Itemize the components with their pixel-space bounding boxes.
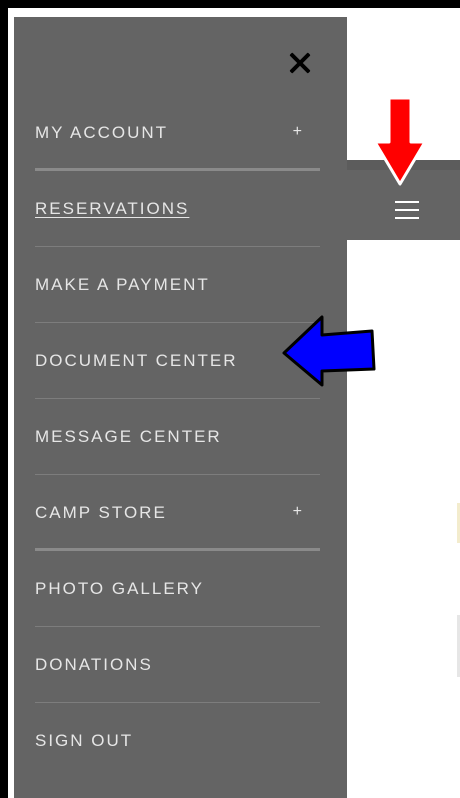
menu-item-label: MY ACCOUNT bbox=[35, 123, 169, 142]
menu-item-label: DOCUMENT CENTER bbox=[35, 351, 238, 370]
menu-item-message-center[interactable]: MESSAGE CENTER bbox=[35, 399, 320, 475]
header-top-strip bbox=[347, 160, 460, 170]
menu-item-label: RESERVATIONS bbox=[35, 199, 190, 218]
drawer-menu: MY ACCOUNT + RESERVATIONS MAKE A PAYMENT… bbox=[35, 95, 320, 778]
close-icon[interactable] bbox=[287, 50, 313, 76]
menu-item-label: MAKE A PAYMENT bbox=[35, 275, 210, 294]
menu-item-my-account[interactable]: MY ACCOUNT + bbox=[35, 95, 320, 171]
menu-item-photo-gallery[interactable]: PHOTO GALLERY bbox=[35, 551, 320, 627]
hamburger-menu-icon[interactable] bbox=[395, 201, 419, 221]
menu-item-label: MESSAGE CENTER bbox=[35, 427, 222, 446]
menu-item-make-a-payment[interactable]: MAKE A PAYMENT bbox=[35, 247, 320, 323]
menu-item-sign-out[interactable]: SIGN OUT bbox=[35, 703, 320, 778]
expand-plus-icon[interactable]: + bbox=[293, 503, 302, 521]
menu-item-label: CAMP STORE bbox=[35, 503, 167, 522]
menu-item-donations[interactable]: DONATIONS bbox=[35, 627, 320, 703]
menu-item-label: PHOTO GALLERY bbox=[35, 579, 204, 598]
menu-item-reservations[interactable]: RESERVATIONS bbox=[35, 171, 320, 247]
menu-item-label: SIGN OUT bbox=[35, 731, 134, 750]
site-header-bar bbox=[347, 160, 460, 240]
menu-item-label: DONATIONS bbox=[35, 655, 153, 674]
mobile-page: MY ACCOUNT + RESERVATIONS MAKE A PAYMENT… bbox=[14, 17, 460, 798]
menu-item-document-center[interactable]: DOCUMENT CENTER bbox=[35, 323, 320, 399]
menu-item-camp-store[interactable]: CAMP STORE + bbox=[35, 475, 320, 551]
expand-plus-icon[interactable]: + bbox=[293, 123, 302, 141]
side-drawer: MY ACCOUNT + RESERVATIONS MAKE A PAYMENT… bbox=[14, 17, 347, 798]
